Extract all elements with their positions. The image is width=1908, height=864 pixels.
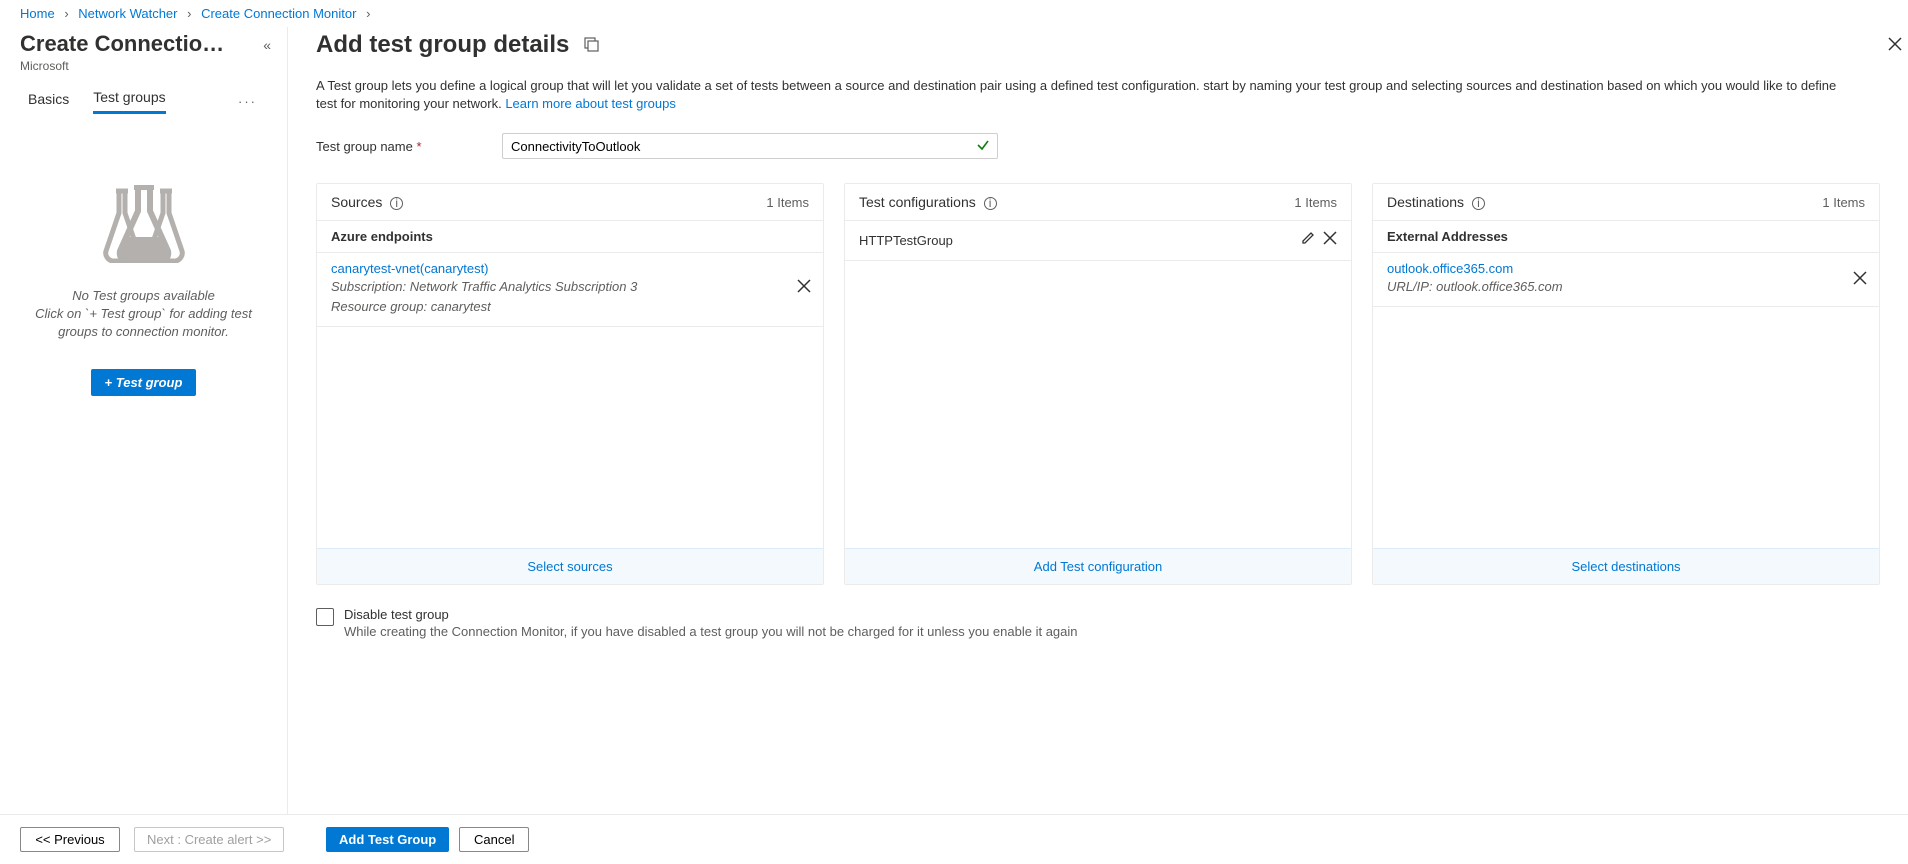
page-subtitle: Microsoft <box>20 59 267 73</box>
test-config-item: HTTPTestGroup <box>845 221 1351 261</box>
remove-source-icon[interactable] <box>797 279 811 298</box>
test-configs-card: Test configurations i 1 Items HTTPTestGr… <box>844 183 1352 585</box>
pin-icon[interactable] <box>583 36 599 55</box>
info-icon[interactable]: i <box>390 197 403 210</box>
destinations-section: External Addresses <box>1373 221 1879 253</box>
select-sources-link[interactable]: Select sources <box>527 559 612 574</box>
sources-title: Sources <box>331 194 382 210</box>
test-group-name-label: Test group name * <box>316 139 502 154</box>
valid-check-icon <box>976 138 990 155</box>
add-test-config-link[interactable]: Add Test configuration <box>1034 559 1162 574</box>
sources-count: 1 Items <box>766 195 809 210</box>
source-item-link[interactable]: canarytest-vnet(canarytest) <box>331 261 809 276</box>
learn-more-link[interactable]: Learn more about test groups <box>505 96 676 111</box>
tab-more-icon[interactable]: ··· <box>238 94 257 109</box>
info-icon[interactable]: i <box>984 197 997 210</box>
remove-destination-icon[interactable] <box>1853 271 1867 290</box>
flask-icon <box>96 185 192 263</box>
disable-test-group-checkbox[interactable] <box>316 608 334 626</box>
footer-bar: << Previous Next : Create alert >> Add T… <box>0 814 1908 864</box>
empty-text-line1: No Test groups available <box>34 287 254 305</box>
detail-panel: Add test group details A Test group lets… <box>288 27 1908 814</box>
page-title: Create Connection… <box>20 31 230 57</box>
empty-text-line2: Click on `+ Test group` for adding test … <box>34 305 254 341</box>
breadcrumb-network-watcher[interactable]: Network Watcher <box>78 6 177 21</box>
test-configs-title: Test configurations <box>859 194 976 210</box>
edit-test-config-icon[interactable] <box>1301 231 1315 250</box>
breadcrumb: Home › Network Watcher › Create Connecti… <box>0 0 1908 27</box>
destination-item: outlook.office365.com URL/IP: outlook.of… <box>1373 253 1879 307</box>
test-group-name-input[interactable] <box>502 133 998 159</box>
detail-title: Add test group details <box>316 31 569 59</box>
chevron-right-icon: › <box>58 6 74 21</box>
remove-test-config-icon[interactable] <box>1323 231 1337 250</box>
chevron-right-icon: › <box>360 6 376 21</box>
sources-section: Azure endpoints <box>317 221 823 253</box>
destinations-card: Destinations i 1 Items External Addresse… <box>1372 183 1880 585</box>
tab-test-groups[interactable]: Test groups <box>93 89 165 114</box>
sources-card: Sources i 1 Items Azure endpoints canary… <box>316 183 824 585</box>
add-test-group-button[interactable]: + Test group <box>91 369 197 396</box>
info-icon[interactable]: i <box>1472 197 1485 210</box>
disable-test-group-label: Disable test group <box>344 607 1078 622</box>
test-config-name: HTTPTestGroup <box>859 233 953 248</box>
empty-illustration <box>96 185 192 263</box>
destinations-count: 1 Items <box>1822 195 1865 210</box>
test-configs-count: 1 Items <box>1294 195 1337 210</box>
breadcrumb-home[interactable]: Home <box>20 6 55 21</box>
left-panel: Create Connection… Microsoft « Basics Te… <box>0 27 288 814</box>
source-item: canarytest-vnet(canarytest) Subscription… <box>317 253 823 327</box>
source-item-subscription: Subscription: Network Traffic Analytics … <box>331 278 809 296</box>
previous-button[interactable]: << Previous <box>20 827 120 852</box>
breadcrumb-create-connection-monitor[interactable]: Create Connection Monitor <box>201 6 356 21</box>
next-button[interactable]: Next : Create alert >> <box>134 827 284 852</box>
source-item-resourcegroup: Resource group: canarytest <box>331 298 809 316</box>
disable-test-group-sub: While creating the Connection Monitor, i… <box>344 624 1078 639</box>
cancel-button[interactable]: Cancel <box>459 827 529 852</box>
close-icon[interactable] <box>1888 35 1902 56</box>
destinations-title: Destinations <box>1387 194 1464 210</box>
destination-item-url: URL/IP: outlook.office365.com <box>1387 278 1865 296</box>
description: A Test group lets you define a logical g… <box>316 77 1856 113</box>
select-destinations-link[interactable]: Select destinations <box>1571 559 1680 574</box>
chevron-right-icon: › <box>181 6 197 21</box>
add-test-group-submit-button[interactable]: Add Test Group <box>326 827 449 852</box>
tab-basics[interactable]: Basics <box>28 91 69 113</box>
destination-item-link[interactable]: outlook.office365.com <box>1387 261 1865 276</box>
collapse-left-icon[interactable]: « <box>263 37 271 53</box>
